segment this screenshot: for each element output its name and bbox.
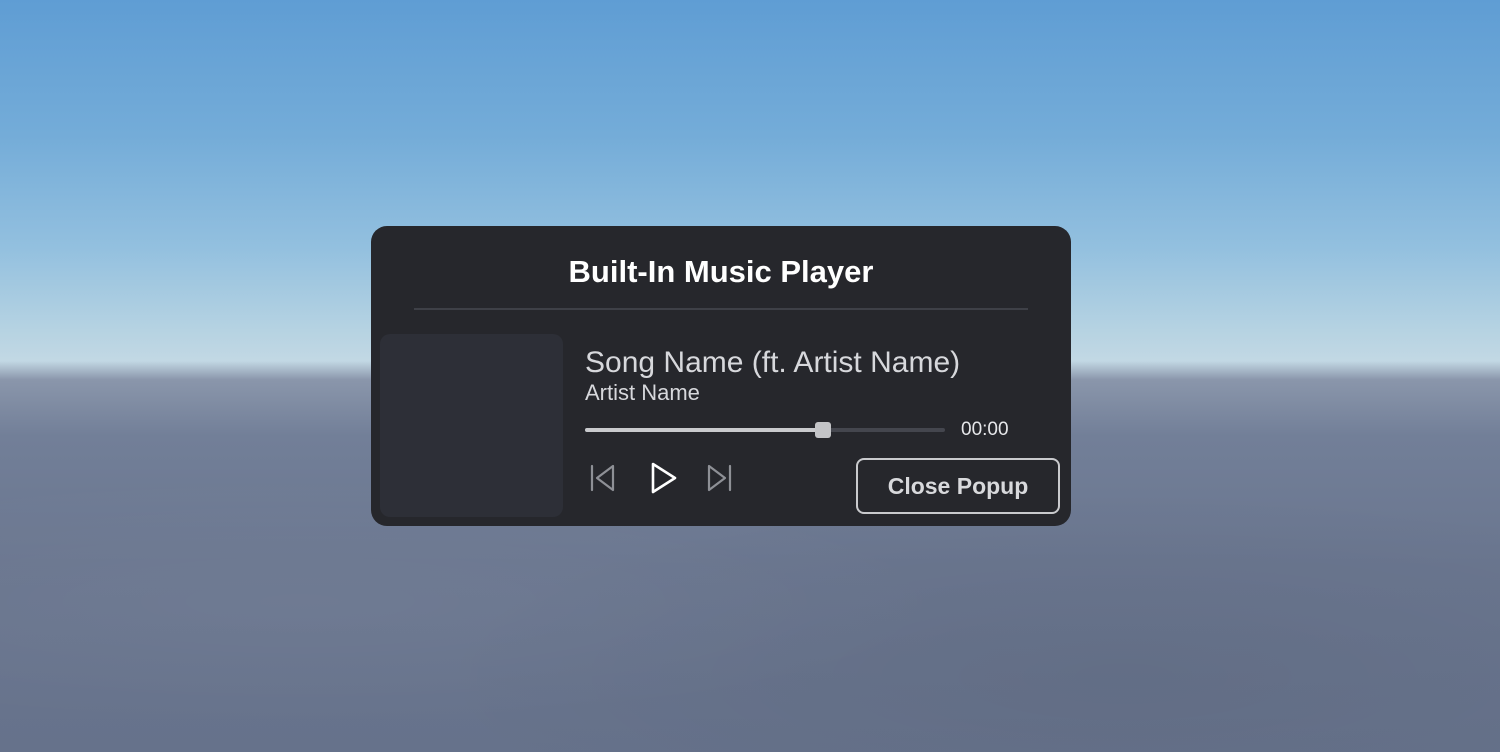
play-icon (651, 462, 677, 494)
artist-name: Artist Name (585, 380, 700, 405)
previous-track-button[interactable] (585, 460, 621, 496)
skip-previous-icon (590, 464, 615, 492)
play-button[interactable] (645, 460, 681, 496)
next-track-button[interactable] (701, 460, 737, 496)
song-name: Song Name (ft. Artist Name) (585, 346, 961, 379)
music-player-popup: Built-In Music Player Song Name (ft. Art… (371, 226, 1071, 526)
progress-slider[interactable] (585, 422, 945, 438)
time-display: 00:00 (961, 419, 1009, 440)
skip-next-icon (707, 464, 732, 492)
title-divider (414, 308, 1028, 310)
popup-title: Built-In Music Player (568, 254, 874, 289)
progress-thumb[interactable] (814, 422, 831, 438)
progress-fill (585, 428, 823, 432)
close-popup-button[interactable]: Close Popup (856, 458, 1060, 514)
album-art-placeholder (380, 334, 563, 517)
